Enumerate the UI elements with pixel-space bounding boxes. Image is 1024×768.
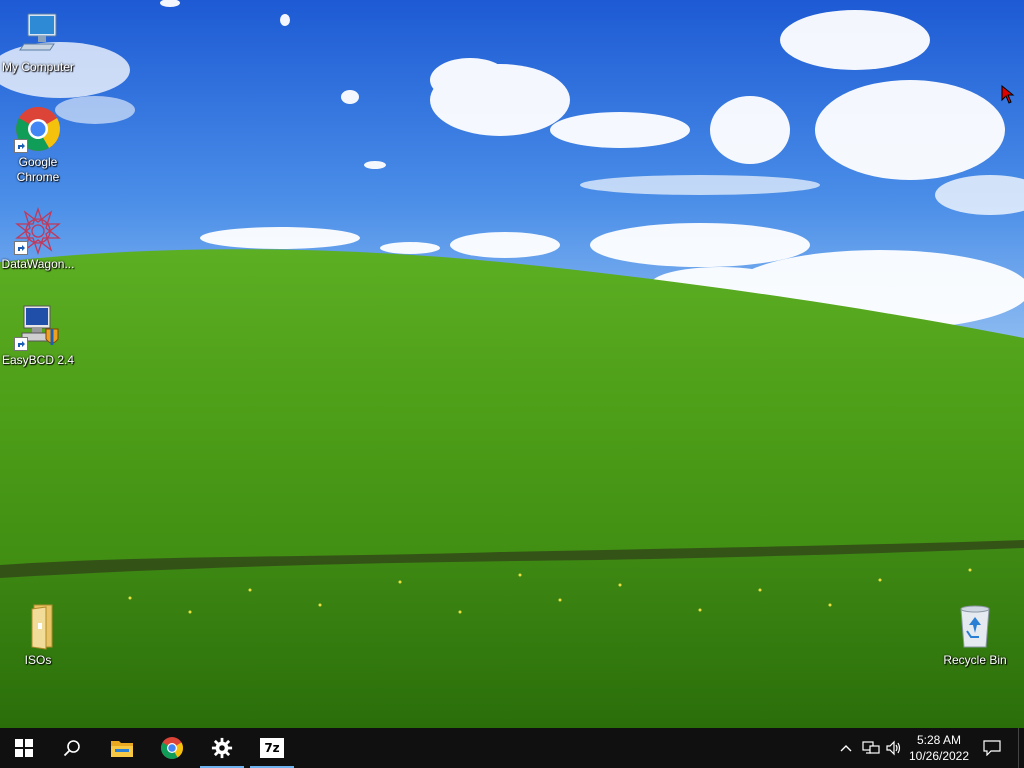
network-icon: [862, 741, 880, 754]
desktop-icon-label: Recycle Bin: [943, 653, 1007, 667]
clock-time: 5:28 AM: [916, 733, 962, 747]
desktop-icon-label: Google Chrome: [16, 155, 60, 184]
seven-zip-icon: 7z: [260, 738, 284, 758]
action-center-button[interactable]: [978, 728, 1006, 768]
chevron-up-icon: [840, 745, 852, 752]
volume-icon: [886, 740, 901, 756]
datawagon-star-icon: [14, 206, 62, 256]
gear-icon: [211, 737, 233, 759]
chrome-icon: [161, 737, 183, 759]
desktop-icon-isos[interactable]: ISOs: [0, 603, 76, 668]
desktop-icon-datawagon[interactable]: DataWagon...: [0, 206, 76, 272]
network-button[interactable]: [861, 738, 881, 758]
volume-button[interactable]: [884, 738, 904, 758]
desktop-icon-label: ISOs: [24, 653, 52, 667]
clock[interactable]: 5:28 AM 10/26/2022: [904, 728, 974, 768]
search-button[interactable]: [48, 728, 96, 768]
desktop[interactable]: My Computer Google Chrome DataWagon... E…: [0, 0, 1024, 728]
desktop-icon-label: EasyBCD 2.4: [1, 353, 75, 367]
mouse-cursor-icon: [1001, 85, 1015, 104]
desktop-icon-easybcd[interactable]: EasyBCD 2.4: [0, 303, 76, 368]
recycle-bin-icon: [951, 603, 999, 651]
chrome-taskbar-button[interactable]: [148, 728, 196, 768]
taskbar: 7z 5:28 AM 10/26/2022: [0, 728, 1024, 768]
settings-taskbar-button[interactable]: [198, 728, 246, 768]
shortcut-arrow-icon: [14, 337, 28, 351]
easybcd-icon: [14, 303, 62, 351]
shortcut-arrow-icon: [14, 139, 28, 153]
windows-logo-icon: [15, 739, 33, 757]
desktop-icon-label: DataWagon...: [1, 257, 75, 271]
start-button[interactable]: [0, 728, 48, 768]
action-center-icon: [983, 740, 1001, 756]
folder-icon: [111, 741, 133, 757]
7zip-taskbar-button[interactable]: 7z: [248, 728, 296, 768]
wallpaper-bliss: [0, 0, 1024, 728]
show-hidden-icons-button[interactable]: [838, 738, 854, 758]
file-explorer-button[interactable]: [98, 728, 146, 768]
clock-date: 10/26/2022: [908, 749, 970, 763]
desktop-icon-label: My Computer: [1, 60, 75, 74]
shortcut-arrow-icon: [14, 241, 28, 255]
search-icon: [63, 740, 80, 757]
desktop-icon-recycle-bin[interactable]: Recycle Bin: [937, 603, 1013, 668]
desktop-icon-my-computer[interactable]: My Computer: [0, 10, 76, 75]
chrome-icon: [14, 105, 62, 153]
desktop-icon-google-chrome[interactable]: Google Chrome: [0, 105, 76, 185]
folder-icon: [14, 603, 62, 651]
show-desktop-button[interactable]: [1018, 728, 1024, 768]
computer-icon: [14, 10, 62, 58]
